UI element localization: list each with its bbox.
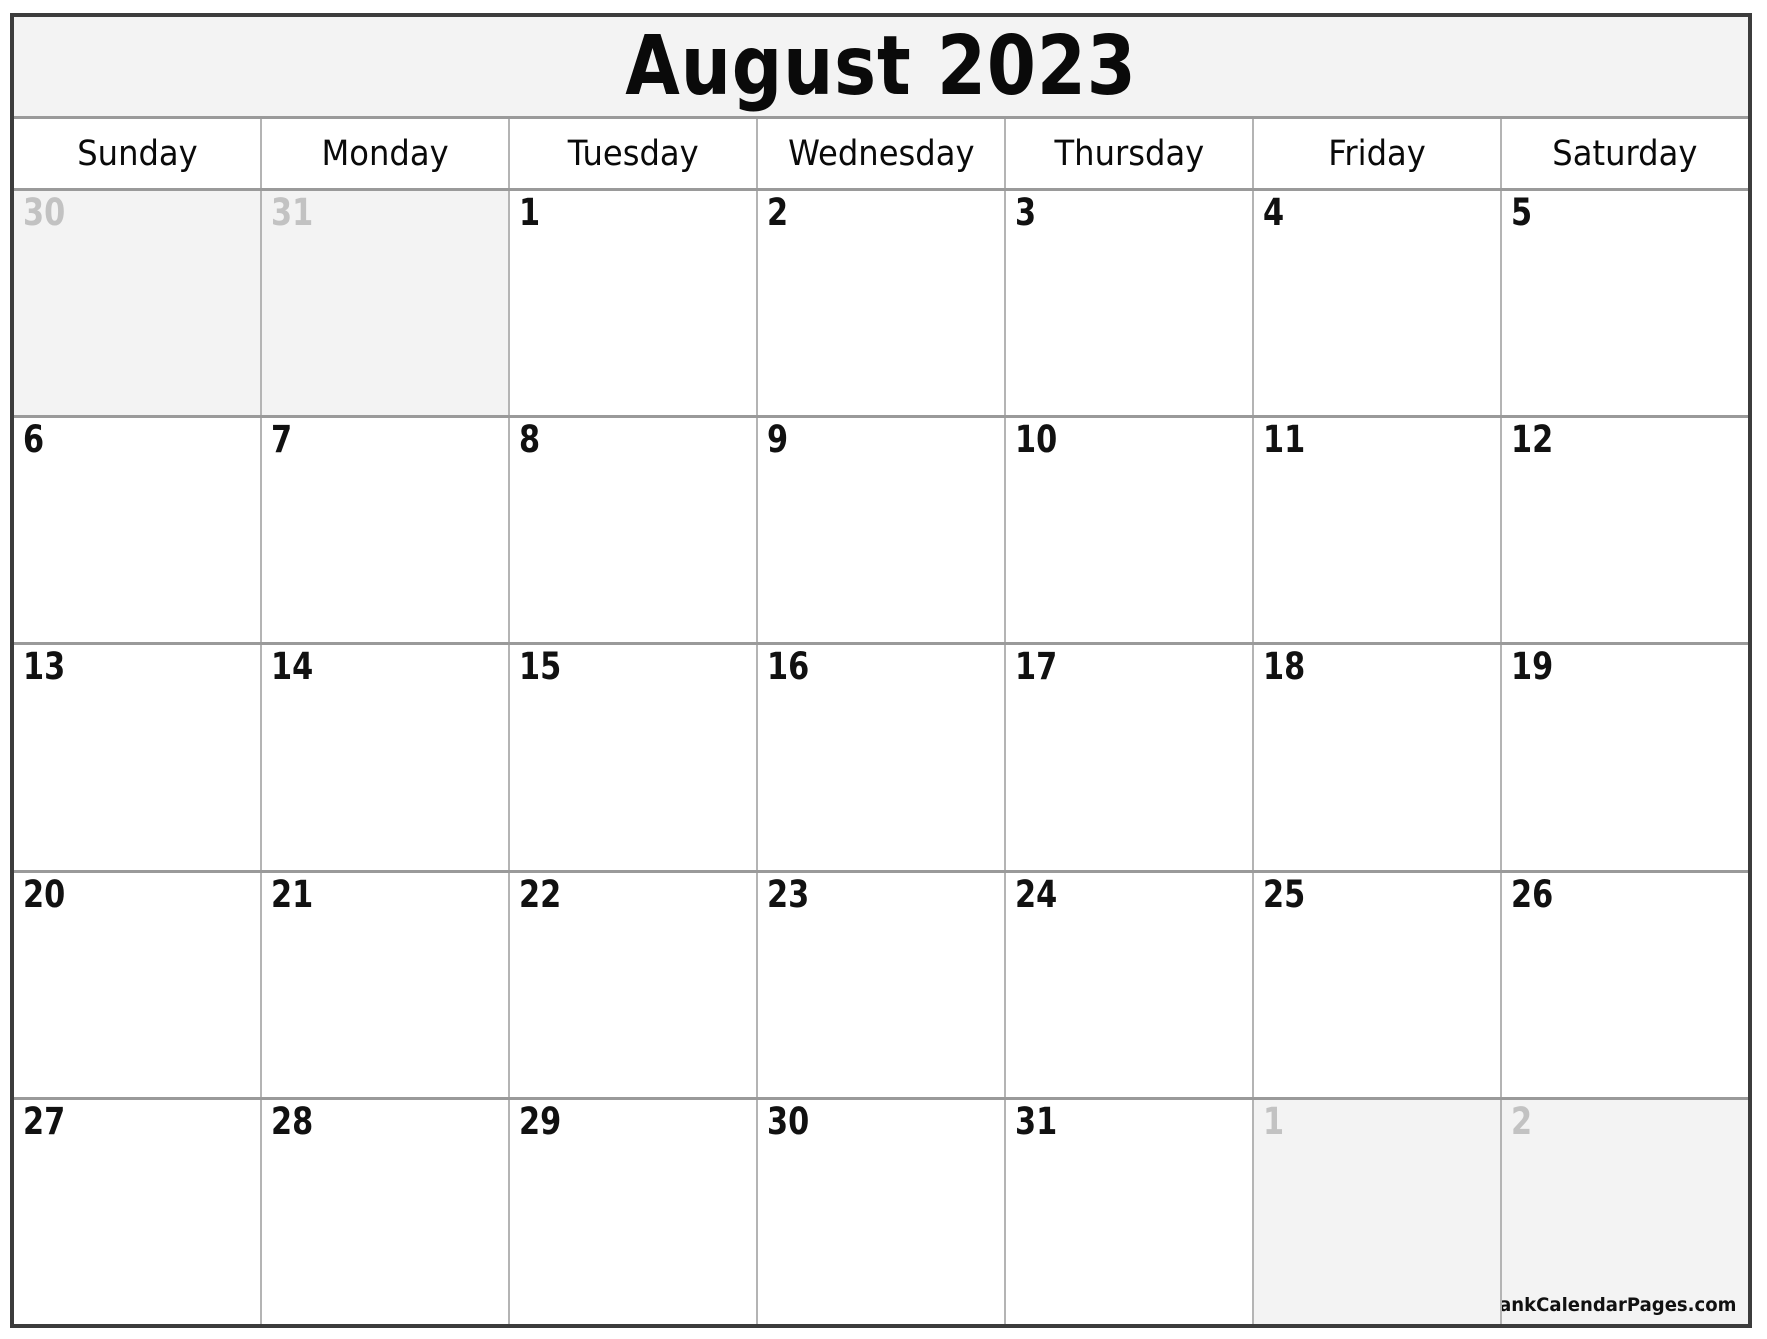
day-number: 30: [767, 1099, 810, 1143]
day-cell[interactable]: 7: [262, 418, 510, 643]
day-cell[interactable]: 15: [510, 645, 758, 870]
weekday-header-thursday: Thursday: [1006, 119, 1254, 188]
day-cell[interactable]: 21: [262, 872, 510, 1097]
week-row: 20 21 22 23 24 25 26: [14, 872, 1748, 1100]
day-cell[interactable]: 31: [1006, 1099, 1254, 1325]
day-number: 22: [519, 872, 562, 916]
day-cell[interactable]: 27: [14, 1099, 262, 1325]
day-number: 28: [271, 1099, 314, 1143]
day-number: 1: [1263, 1099, 1285, 1143]
day-cell[interactable]: 30: [14, 191, 262, 416]
day-number: 14: [271, 645, 314, 689]
day-cell[interactable]: 12: [1502, 418, 1748, 643]
day-cell[interactable]: 2 © BlankCalendarPages.com: [1502, 1099, 1748, 1325]
day-number: 30: [23, 191, 66, 234]
day-cell[interactable]: 16: [758, 645, 1006, 870]
weekday-header-saturday: Saturday: [1502, 119, 1748, 188]
day-number: 5: [1511, 191, 1533, 234]
day-number: 15: [519, 645, 562, 689]
weekday-header-tuesday: Tuesday: [510, 119, 758, 188]
day-number: 24: [1015, 872, 1058, 916]
calendar-frame: August 2023 Sunday Monday Tuesday Wednesday…: [10, 13, 1752, 1328]
calendar-title-band: August 2023: [14, 17, 1748, 119]
day-cell[interactable]: 8: [510, 418, 758, 643]
weekday-header-monday: Monday: [262, 119, 510, 188]
day-number: 19: [1511, 645, 1554, 689]
day-number: 6: [23, 418, 45, 462]
day-number: 16: [767, 645, 810, 689]
day-number: 13: [23, 645, 66, 689]
day-cell[interactable]: 6: [14, 418, 262, 643]
day-cell[interactable]: 28: [262, 1099, 510, 1325]
day-cell[interactable]: 17: [1006, 645, 1254, 870]
day-cell[interactable]: 13: [14, 645, 262, 870]
day-cell[interactable]: 29: [510, 1099, 758, 1325]
copyright-credit: © BlankCalendarPages.com: [1502, 1294, 1736, 1317]
day-number: 21: [271, 872, 314, 916]
day-cell[interactable]: 14: [262, 645, 510, 870]
day-number: 25: [1263, 872, 1306, 916]
day-cell[interactable]: 10: [1006, 418, 1254, 643]
day-number: 26: [1511, 872, 1554, 916]
day-number: 4: [1263, 191, 1285, 234]
day-number: 18: [1263, 645, 1306, 689]
day-cell[interactable]: 9: [758, 418, 1006, 643]
week-row: 6 7 8 9 10 11 12: [14, 418, 1748, 646]
week-row: 30 31 1 2 3 4 5: [14, 191, 1748, 419]
weekday-header-friday: Friday: [1254, 119, 1502, 188]
day-cell[interactable]: 26: [1502, 872, 1748, 1097]
weekday-label: Saturday: [1552, 133, 1698, 174]
day-number: 1: [519, 191, 541, 234]
day-number: 12: [1511, 418, 1554, 462]
weekday-header-row: Sunday Monday Tuesday Wednesday Thursday Frid…: [14, 119, 1748, 191]
day-number: 10: [1015, 418, 1058, 462]
day-number: 9: [767, 418, 789, 462]
day-cell[interactable]: 5: [1502, 191, 1748, 416]
calendar-page: August 2023 Sunday Monday Tuesday Wednesday…: [0, 0, 1767, 1339]
day-number: 11: [1263, 418, 1306, 462]
day-cell[interactable]: 2: [758, 191, 1006, 416]
day-number: 3: [1015, 191, 1037, 234]
day-number: 20: [23, 872, 66, 916]
day-number: 23: [767, 872, 810, 916]
page-title: August 2023: [625, 18, 1137, 114]
day-cell[interactable]: 30: [758, 1099, 1006, 1325]
day-cell[interactable]: 24: [1006, 872, 1254, 1097]
day-number: 27: [23, 1099, 66, 1143]
day-number: 31: [271, 191, 314, 234]
week-row: 13 14 15 16 17 18 19: [14, 645, 1748, 873]
day-number: 17: [1015, 645, 1058, 689]
weekday-label: Tuesday: [567, 133, 699, 174]
day-number: 2: [767, 191, 789, 234]
weekday-label: Friday: [1328, 133, 1426, 174]
day-cell[interactable]: 25: [1254, 872, 1502, 1097]
weekday-label: Sunday: [76, 133, 198, 174]
week-row: 27 28 29 30 31 1 2 © BlankCalendarPages.com: [14, 1099, 1748, 1325]
day-cell[interactable]: 4: [1254, 191, 1502, 416]
weekday-header-wednesday: Wednesday: [758, 119, 1006, 188]
day-cell[interactable]: 23: [758, 872, 1006, 1097]
day-cell[interactable]: 19: [1502, 645, 1748, 870]
day-cell[interactable]: 1: [510, 191, 758, 416]
day-number: 2: [1511, 1099, 1533, 1143]
calendar-weeks: 30 31 1 2 3 4 5 6 7 8 9 10 11 12 13 14 15 16 17 18 19 20 21 22 2…: [14, 191, 1748, 1325]
day-number: 8: [519, 418, 541, 462]
day-cell[interactable]: 3: [1006, 191, 1254, 416]
day-cell[interactable]: 20: [14, 872, 262, 1097]
day-number: 7: [271, 418, 293, 462]
day-number: 31: [1015, 1099, 1058, 1143]
weekday-label: Monday: [321, 133, 449, 174]
weekday-label: Thursday: [1054, 133, 1204, 174]
day-cell[interactable]: 31: [262, 191, 510, 416]
day-number: 29: [519, 1099, 562, 1143]
day-cell[interactable]: 22: [510, 872, 758, 1097]
weekday-label: Wednesday: [787, 133, 975, 174]
day-cell[interactable]: 1: [1254, 1099, 1502, 1325]
weekday-header-sunday: Sunday: [14, 119, 262, 188]
day-cell[interactable]: 11: [1254, 418, 1502, 643]
day-cell[interactable]: 18: [1254, 645, 1502, 870]
